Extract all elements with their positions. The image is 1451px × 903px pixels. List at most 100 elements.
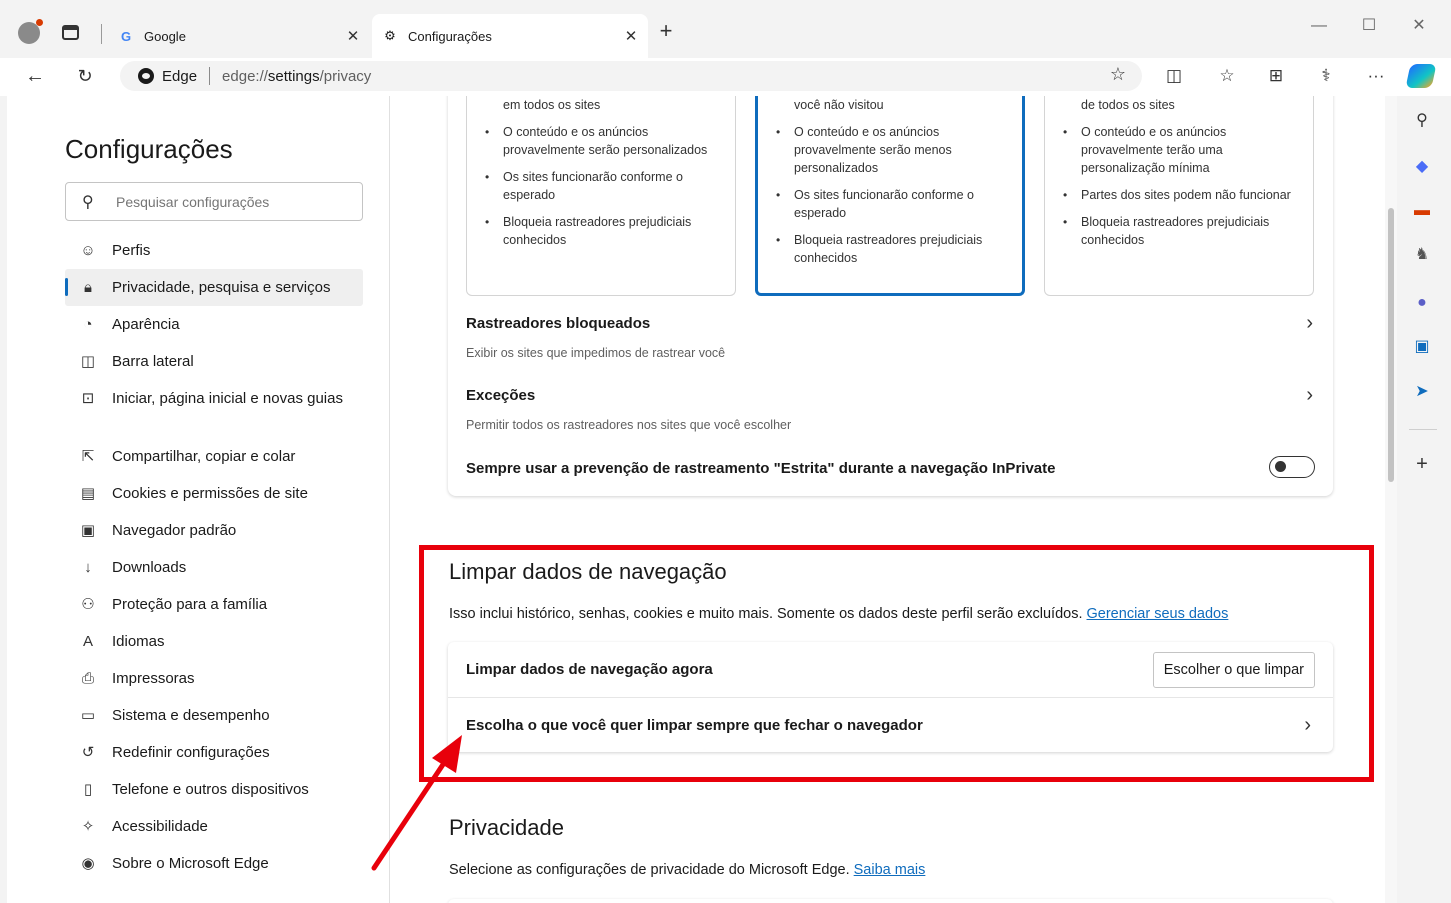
sidebar-item-appearance[interactable]: ◔ Aparência bbox=[65, 306, 363, 343]
tab-google[interactable]: G Google ✕ bbox=[108, 14, 370, 58]
sidebar-item-share[interactable]: ⇱ Compartilhar, copiar e colar bbox=[65, 438, 363, 475]
tab-title: Configurações bbox=[408, 28, 492, 44]
chevron-right-icon[interactable]: › bbox=[1306, 384, 1313, 407]
strict-inprivate-toggle[interactable] bbox=[1269, 456, 1315, 478]
list-item: • Bloqueia rastreadores prejudiciais conh… bbox=[485, 215, 692, 247]
sidebar-item-family[interactable]: ⚇ Proteção para a família bbox=[65, 586, 363, 623]
list-item: • O conteúdo e os anúncios provavelmente … bbox=[1063, 125, 1227, 175]
home-icon: ⊡ bbox=[81, 390, 95, 407]
shopping-tag-icon[interactable]: ◆ bbox=[1411, 156, 1433, 178]
maximize-button[interactable]: ☐ bbox=[1346, 12, 1392, 42]
search-icon[interactable]: ⚲ bbox=[1411, 110, 1433, 132]
tools-icon[interactable]: ▬ bbox=[1411, 200, 1433, 222]
collections-icon[interactable]: ⊞ bbox=[1263, 64, 1289, 90]
browser-icon: ▣ bbox=[80, 522, 96, 539]
list-item: • O conteúdo e os anúncios provavelmente … bbox=[776, 125, 952, 175]
clear-data-title: Limpar dados de navegação bbox=[449, 559, 727, 584]
reload-button[interactable]: ↻ bbox=[70, 62, 100, 92]
prevention-option-balanced[interactable]: você não visitou • O conteúdo e os anúnci… bbox=[755, 96, 1025, 296]
blocked-trackers-title[interactable]: Rastreadores bloqueados bbox=[466, 315, 650, 332]
list-item: você não visitou bbox=[794, 98, 884, 112]
tracking-prevention-card: em todos os sites • O conteúdo e os anúnc… bbox=[448, 96, 1333, 496]
tab-title: Google bbox=[144, 28, 186, 44]
tab-settings[interactable]: ⚙ Configurações ✕ bbox=[372, 14, 648, 58]
learn-more-link[interactable]: Saiba mais bbox=[854, 862, 926, 878]
exceptions-title[interactable]: Exceções bbox=[466, 387, 535, 404]
settings-menu: ☺ Perfis 🔒︎ Privacidade, pesquisa e serviç… bbox=[65, 232, 363, 882]
games-icon[interactable]: ♞ bbox=[1411, 244, 1433, 266]
cookies-icon: ▤ bbox=[80, 485, 96, 502]
divider bbox=[1409, 429, 1437, 430]
outlook-icon[interactable]: ▣ bbox=[1411, 336, 1433, 358]
sidebar-item-cookies[interactable]: ▤ Cookies e permissões de site bbox=[65, 475, 363, 512]
title-bar: G Google ✕ ⚙ Configurações ✕ + — ☐ ✕ bbox=[0, 0, 1451, 58]
clear-data-card: Limpar dados de navegação agora Escolher… bbox=[448, 642, 1333, 752]
address-bar[interactable]: Edge edge://settings/privacy ☆ bbox=[120, 61, 1142, 91]
sidebar-item-downloads[interactable]: ↓ Downloads bbox=[65, 549, 363, 586]
privacy-title: Privacidade bbox=[449, 815, 564, 840]
microsoft365-icon[interactable]: ● bbox=[1411, 292, 1433, 314]
edge-icon: ◉ bbox=[81, 855, 95, 872]
sidebar-item-sidebar[interactable]: ◫ Barra lateral bbox=[65, 343, 363, 380]
search-box[interactable]: ⚲ bbox=[65, 182, 363, 221]
list-item: • Os sites funcionarão conforme o esperad… bbox=[776, 188, 974, 220]
edge-sidebar: ⚲ ◆ ▬ ♞ ● ▣ ➤ + bbox=[1397, 96, 1451, 903]
chevron-right-icon[interactable]: › bbox=[1304, 714, 1311, 737]
sidebar-item-system[interactable]: ▭ Sistema e desempenho bbox=[65, 697, 363, 734]
exceptions-subtitle: Permitir todos os rastreadores nos sites… bbox=[466, 418, 792, 432]
printer-icon: ⎙ bbox=[81, 670, 94, 687]
share-icon: ⇱ bbox=[81, 448, 95, 465]
close-icon[interactable]: ✕ bbox=[340, 27, 366, 45]
close-icon[interactable]: ✕ bbox=[618, 27, 644, 45]
window-close-button[interactable]: ✕ bbox=[1396, 12, 1442, 42]
split-screen-icon[interactable]: ◫ bbox=[1161, 64, 1187, 90]
choose-what-to-clear-button[interactable]: Escolher o que limpar bbox=[1152, 651, 1315, 688]
sidebar-item-printers[interactable]: ⎙ Impressoras bbox=[65, 660, 363, 697]
sidebar-item-default-browser[interactable]: ▣ Navegador padrão bbox=[65, 512, 363, 549]
prevention-option-basic[interactable]: em todos os sites • O conteúdo e os anúnc… bbox=[466, 96, 736, 296]
back-button[interactable]: ← bbox=[20, 62, 50, 92]
omnibox-brand: Edge bbox=[162, 67, 198, 85]
favorite-star-icon[interactable]: ☆ bbox=[1110, 64, 1126, 85]
sidebar-item-privacy[interactable]: 🔒︎ Privacidade, pesquisa e serviços bbox=[65, 269, 363, 306]
minimize-button[interactable]: — bbox=[1296, 12, 1342, 42]
search-input[interactable] bbox=[116, 193, 346, 210]
sidebar-item-languages[interactable]: A Idiomas bbox=[65, 623, 363, 660]
drop-icon[interactable]: ➤ bbox=[1411, 381, 1433, 403]
sidebar-item-start[interactable]: ⊡ Iniciar, página inicial e novas guias bbox=[65, 380, 363, 438]
chevron-right-icon[interactable]: › bbox=[1306, 312, 1313, 335]
language-icon: A bbox=[82, 633, 93, 650]
divider bbox=[101, 24, 102, 44]
list-item: • O conteúdo e os anúncios provavelmente … bbox=[485, 125, 708, 157]
manage-data-link[interactable]: Gerenciar seus dados bbox=[1087, 606, 1229, 622]
profile-avatar[interactable] bbox=[18, 19, 43, 44]
sidebar-item-perfis[interactable]: ☺ Perfis bbox=[65, 232, 363, 269]
url-text[interactable]: edge://settings/privacy bbox=[222, 68, 371, 85]
list-item: de todos os sites bbox=[1081, 98, 1175, 112]
privacy-card bbox=[448, 899, 1333, 903]
window-frame bbox=[0, 96, 7, 903]
accessibility-icon: ✧ bbox=[81, 818, 95, 835]
settings-sidebar: Configurações ⚲ ☺Perfis 🔒︎Privacidade, p… bbox=[7, 96, 390, 903]
more-options-icon[interactable]: ··· bbox=[1363, 64, 1389, 90]
sidebar-item-phone[interactable]: ▯ Telefone e outros dispositivos bbox=[65, 771, 363, 808]
tab-actions-icon[interactable] bbox=[62, 25, 79, 40]
sidebar-item-about[interactable]: ◉ Sobre o Microsoft Edge bbox=[65, 845, 363, 882]
blocked-trackers-subtitle: Exibir os sites que impedimos de rastrea… bbox=[466, 346, 726, 360]
new-tab-button[interactable]: + bbox=[654, 20, 678, 44]
search-icon: ⚲ bbox=[82, 193, 94, 211]
family-icon: ⚇ bbox=[81, 596, 95, 613]
sidebar-item-accessibility[interactable]: ✧ Acessibilidade bbox=[65, 808, 363, 845]
prevention-option-strict[interactable]: de todos os sites • O conteúdo e os anúnc… bbox=[1044, 96, 1314, 296]
download-icon: ↓ bbox=[84, 559, 92, 576]
add-icon[interactable]: + bbox=[1411, 453, 1433, 475]
extensions-icon[interactable]: ⚕ bbox=[1313, 64, 1339, 90]
clear-data-description: Isso inclui histórico, senhas, cookies e… bbox=[449, 606, 1229, 622]
edge-icon bbox=[138, 68, 154, 84]
sidebar-icon: ◫ bbox=[80, 353, 96, 370]
clear-on-close-row[interactable]: Escolha o que você quer limpar sempre qu… bbox=[448, 697, 1333, 752]
sidebar-item-reset[interactable]: ↺ Redefinir configurações bbox=[65, 734, 363, 771]
scrollbar[interactable] bbox=[1385, 96, 1397, 903]
favorites-icon[interactable]: ☆ bbox=[1214, 64, 1240, 90]
scrollbar-thumb[interactable] bbox=[1388, 208, 1394, 482]
